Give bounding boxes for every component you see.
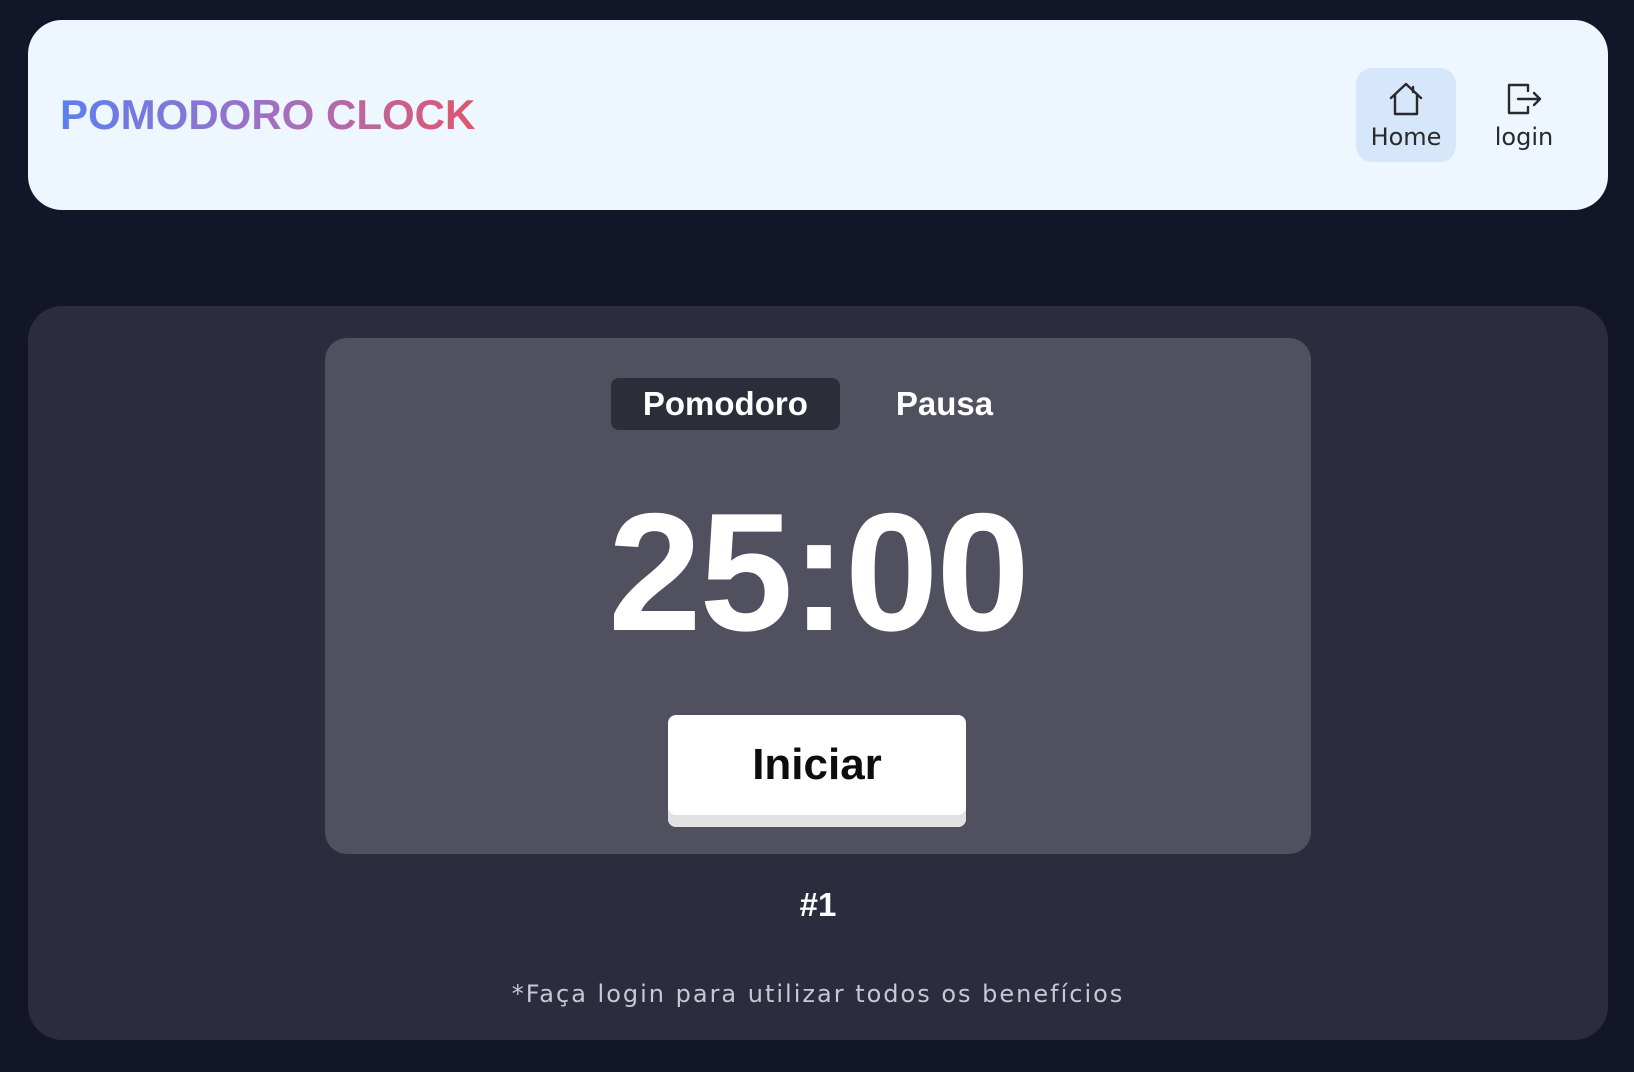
- app-header: POMODORO CLOCK Home login: [28, 20, 1608, 210]
- start-button[interactable]: Iniciar: [668, 715, 966, 827]
- nav-home-button[interactable]: Home: [1356, 68, 1456, 162]
- tab-pomodoro[interactable]: Pomodoro: [610, 378, 840, 430]
- timer-card: Pomodoro Pausa 25:00 Iniciar: [325, 338, 1311, 854]
- timer-display: 25:00: [608, 478, 1030, 666]
- nav-home-label: Home: [1370, 123, 1442, 151]
- login-note: *Faça login para utilizar todos os benef…: [511, 980, 1125, 1008]
- app-logo: POMODORO CLOCK: [60, 20, 475, 210]
- main-panel: Pomodoro Pausa 25:00 Iniciar #1 *Faça lo…: [28, 306, 1608, 1040]
- mode-tabs: Pomodoro Pausa: [325, 378, 1311, 430]
- tab-pausa[interactable]: Pausa: [864, 378, 1025, 430]
- main-nav: Home login: [1356, 68, 1574, 162]
- nav-login-label: login: [1494, 123, 1554, 151]
- home-icon: [1389, 82, 1423, 116]
- login-icon: [1507, 83, 1542, 115]
- session-counter: #1: [799, 886, 837, 923]
- nav-login-button[interactable]: login: [1474, 68, 1574, 162]
